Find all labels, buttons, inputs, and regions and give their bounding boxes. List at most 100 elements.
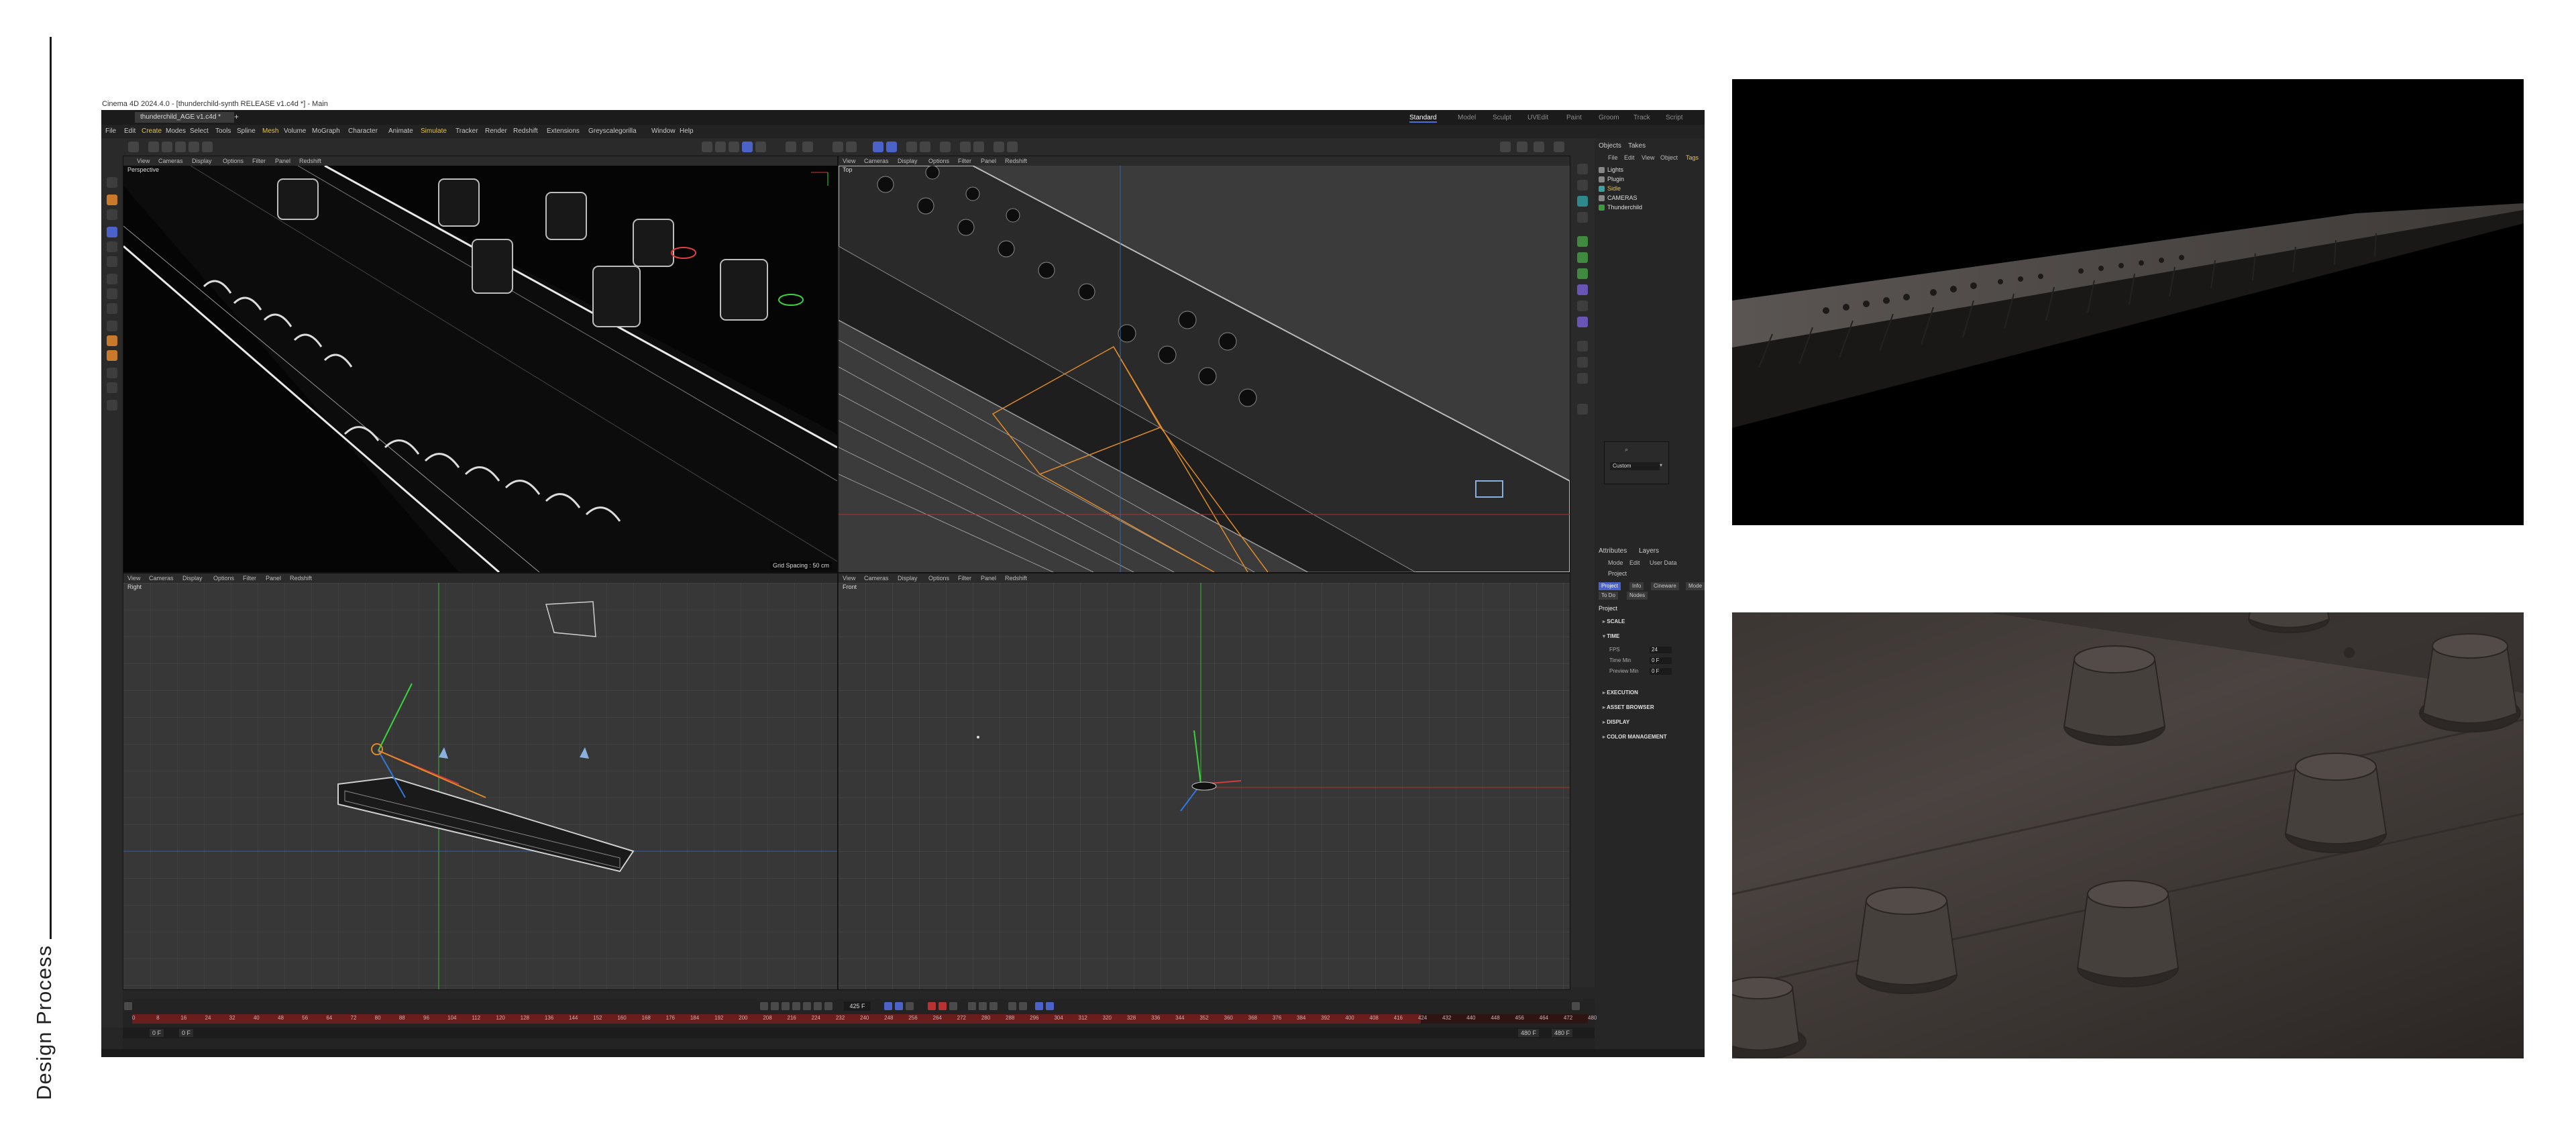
vp-menu-options[interactable]: Options — [213, 575, 234, 582]
vp-menu-cameras[interactable]: Cameras — [158, 158, 183, 164]
dopesheet-icon[interactable] — [1046, 1002, 1054, 1010]
vp-menu-display[interactable]: Display — [182, 575, 203, 582]
record-icon[interactable] — [928, 1002, 936, 1010]
camera-icon[interactable] — [994, 142, 1004, 152]
object-row[interactable]: Plugin — [1599, 174, 1624, 184]
subtab-mode[interactable]: Mode — [1686, 582, 1705, 590]
layout-uvedit[interactable]: UVEdit — [1527, 114, 1548, 121]
material-icon[interactable] — [960, 142, 971, 152]
obj-menu-edit[interactable]: Edit — [1624, 154, 1635, 161]
null-object-icon[interactable] — [1577, 164, 1588, 174]
axis-y-icon[interactable] — [175, 142, 186, 152]
keyframe-icon[interactable] — [124, 1002, 132, 1010]
settings-icon[interactable] — [1577, 404, 1588, 415]
vp-menu-panel[interactable]: Panel — [266, 575, 281, 582]
subtab-to-do[interactable]: To Do — [1599, 592, 1618, 600]
fps-input[interactable]: 24 — [1650, 647, 1672, 653]
vp-menu-view[interactable]: View — [843, 158, 855, 164]
extrude-icon[interactable] — [107, 288, 117, 299]
loop-icon[interactable] — [884, 1002, 892, 1010]
uv-mode-icon[interactable] — [755, 142, 766, 152]
search-icon[interactable]: ⌕ — [1625, 446, 1628, 453]
deformer-bend-icon[interactable] — [1577, 284, 1588, 295]
scale-key-icon[interactable] — [979, 1002, 987, 1010]
vp-menu-display[interactable]: Display — [898, 575, 918, 582]
menu-simulate[interactable]: Simulate — [421, 127, 447, 135]
current-frame-field[interactable]: 425 F — [844, 1001, 871, 1011]
spline-pen-icon[interactable] — [1577, 180, 1588, 190]
vp-menu-panel[interactable]: Panel — [981, 575, 996, 582]
vp-menu-options[interactable]: Options — [928, 158, 949, 164]
time-min-input[interactable]: 0 F — [1650, 657, 1672, 664]
menu-spline[interactable]: Spline — [237, 127, 256, 135]
axis-x-icon[interactable] — [162, 142, 172, 152]
render-settings-icon[interactable] — [940, 142, 951, 152]
viewport-front[interactable]: View Cameras Display Options Filter Pane… — [838, 573, 1570, 990]
edit-render-settings-icon[interactable] — [1554, 142, 1564, 152]
attr-menu-user-data[interactable]: User Data — [1650, 559, 1677, 566]
obj-menu-tags[interactable]: Tags — [1686, 154, 1699, 161]
tab-objects[interactable]: Objects — [1599, 142, 1621, 150]
subtab-cineware[interactable]: Cineware — [1651, 582, 1679, 590]
viewport-perspective[interactable]: View Cameras Display Options Filter Pane… — [123, 156, 838, 573]
menu-tracker[interactable]: Tracker — [455, 127, 478, 135]
section-display[interactable]: DISPLAY — [1603, 719, 1629, 725]
vp-menu-view[interactable]: View — [127, 575, 140, 582]
next-frame-icon[interactable] — [803, 1002, 811, 1010]
render-picture-icon[interactable] — [920, 142, 930, 152]
menu-redshift[interactable]: Redshift — [513, 127, 538, 135]
vp-menu-cameras[interactable]: Cameras — [864, 575, 889, 582]
menu-create[interactable]: Create — [142, 127, 162, 135]
menu-select[interactable]: Select — [190, 127, 209, 135]
move-icon[interactable] — [107, 227, 117, 237]
vp-menu-redshift[interactable]: Redshift — [1005, 575, 1027, 582]
range-start-field[interactable]: 0 F — [150, 1029, 164, 1037]
move-mode-icon[interactable] — [148, 142, 159, 152]
light-icon[interactable] — [973, 142, 984, 152]
section-color-management[interactable]: COLOR MANAGEMENT — [1603, 734, 1666, 740]
sculpt-icon[interactable] — [107, 382, 117, 393]
menu-mesh[interactable]: Mesh — [262, 127, 278, 135]
undo-icon[interactable] — [128, 142, 139, 152]
range-end-field-2[interactable]: 480 F — [1552, 1029, 1573, 1037]
tab-attributes[interactable]: Attributes — [1599, 547, 1627, 555]
menu-file[interactable]: File — [105, 127, 116, 135]
section-asset-browser[interactable]: ASSET BROWSER — [1603, 704, 1654, 710]
light-object-icon[interactable] — [1577, 373, 1588, 384]
cube-icon[interactable] — [1577, 196, 1588, 207]
coordinate-system-icon[interactable] — [202, 142, 213, 152]
section-execution[interactable]: EXECUTION — [1603, 690, 1638, 696]
menu-tools[interactable]: Tools — [215, 127, 231, 135]
menu-modes[interactable]: Modes — [166, 127, 186, 135]
playback-rate-icon[interactable] — [895, 1002, 903, 1010]
document-tab[interactable]: thunderchild_AGE v1.c4d * — [135, 112, 234, 123]
vp-menu-filter[interactable]: Filter — [252, 158, 266, 164]
weld-icon[interactable] — [107, 350, 117, 361]
vp-menu-redshift[interactable]: Redshift — [1005, 158, 1027, 164]
viewport-right[interactable]: View Cameras Display Options Filter Pane… — [123, 573, 838, 990]
menu-window[interactable]: Window — [651, 127, 676, 135]
keyframe-selection-icon[interactable] — [949, 1002, 957, 1010]
menu-extensions[interactable]: Extensions — [547, 127, 580, 135]
fcurve-icon[interactable] — [1572, 1002, 1580, 1010]
range-start-field-2[interactable]: 0 F — [179, 1029, 194, 1037]
obj-menu-file[interactable]: File — [1608, 154, 1618, 161]
zoom-icon[interactable] — [107, 177, 117, 188]
layout-standard[interactable]: Standard — [1409, 114, 1437, 123]
timeline-icon[interactable] — [1035, 1002, 1043, 1010]
vp-menu-filter[interactable]: Filter — [243, 575, 256, 582]
vp-menu-filter[interactable]: Filter — [958, 575, 971, 582]
layout-track[interactable]: Track — [1633, 114, 1650, 121]
vp-menu-redshift[interactable]: Redshift — [290, 575, 312, 582]
subtab-info[interactable]: Info — [1629, 582, 1644, 590]
render-active-view-icon[interactable] — [1517, 142, 1527, 152]
prev-key-icon[interactable] — [771, 1002, 779, 1010]
bridge-icon[interactable] — [107, 335, 117, 346]
menu-greyscalegorilla[interactable]: Greyscalegorilla — [588, 127, 637, 135]
subtab-nodes[interactable]: Nodes — [1627, 592, 1648, 600]
next-key-icon[interactable] — [814, 1002, 822, 1010]
object-row[interactable]: Thunderchild — [1599, 203, 1642, 212]
obj-menu-view[interactable]: View — [1642, 154, 1654, 161]
sound-icon[interactable] — [906, 1002, 914, 1010]
object-row[interactable]: Lights — [1599, 165, 1623, 174]
